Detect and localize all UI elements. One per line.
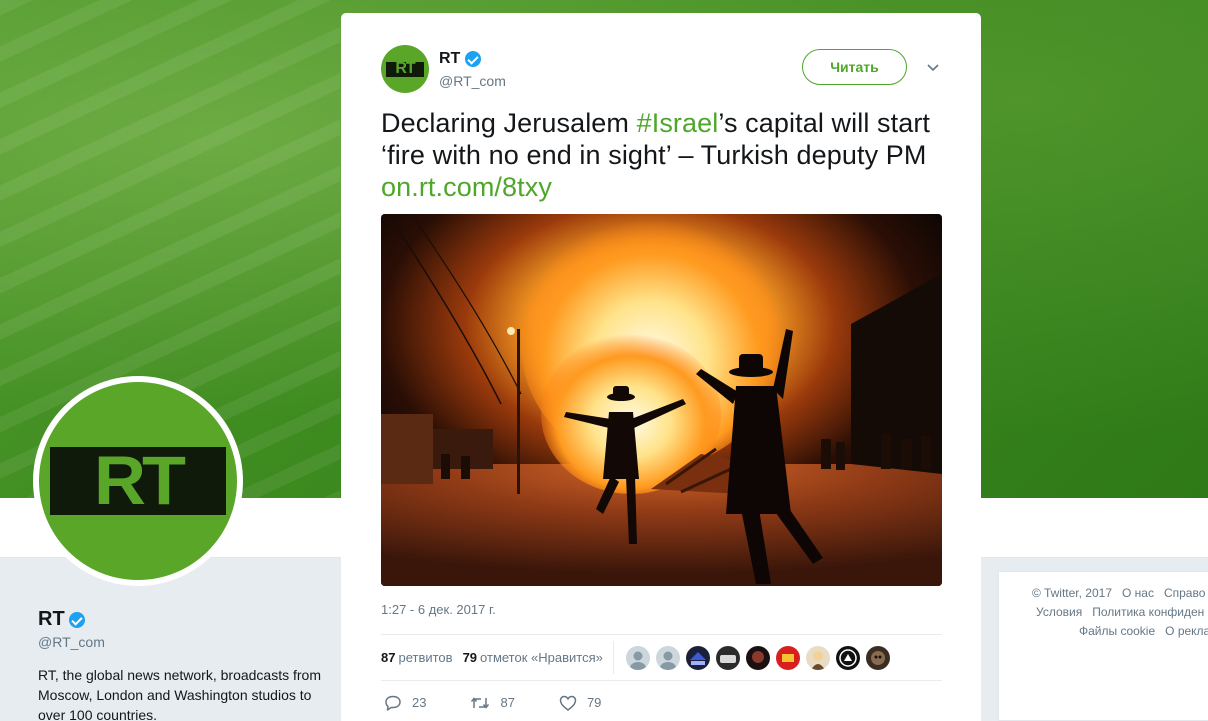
liker-avatars <box>625 645 890 670</box>
retweet-stat-count: 87 <box>381 650 396 665</box>
footer-link-about[interactable]: О нас <box>1122 586 1154 605</box>
verified-badge-icon <box>68 611 85 628</box>
reply-icon <box>385 695 401 711</box>
tweet-photo[interactable] <box>381 214 942 586</box>
retweet-stat-label: ретвитов <box>398 650 453 665</box>
tweet-actions: 23 87 79 <box>381 681 942 721</box>
tweet-author-name[interactable]: RT <box>439 50 482 68</box>
liker-avatar[interactable] <box>805 645 830 670</box>
retweet-count: 87 <box>500 695 515 710</box>
rt-logo: RT <box>50 447 226 515</box>
bonfire-photo-illustration <box>381 214 942 586</box>
profile-avatar[interactable]: RT <box>33 376 243 586</box>
footer-links: © Twitter, 2017 О нас Справо Условия Пол… <box>998 571 1208 721</box>
liker-avatar[interactable] <box>745 645 770 670</box>
liker-avatar[interactable] <box>655 645 680 670</box>
tweet-author-handle[interactable]: @RT_com <box>439 73 506 89</box>
heart-icon <box>559 695 577 711</box>
profile-handle[interactable]: @RT_com <box>38 634 105 650</box>
tweet-author-avatar[interactable]: RT <box>381 45 429 93</box>
footer-link-ads[interactable]: О рекла <box>1165 624 1208 643</box>
rt-logo: RT <box>386 60 424 77</box>
liker-avatar[interactable] <box>715 645 740 670</box>
tweet-timestamp[interactable]: 1:27 - 6 дек. 2017 г. <box>381 602 942 620</box>
liker-avatar[interactable] <box>775 645 800 670</box>
stats-divider <box>612 641 614 674</box>
hashtag-link[interactable]: #Israel <box>637 108 719 138</box>
tweet-stats: 87 ретвитов 79 отметок «Нравится» <box>381 634 942 681</box>
footer-row: Файлы cookie О рекла <box>999 624 1208 643</box>
footer-row: © Twitter, 2017 О нас Справо <box>999 586 1208 605</box>
footer-row: Условия Политика конфиден <box>999 605 1208 624</box>
chevron-down-icon[interactable] <box>926 61 940 75</box>
follow-button[interactable]: Читать <box>802 49 907 85</box>
like-stat-count: 79 <box>462 650 478 665</box>
rt-logo-text: RT <box>94 443 186 519</box>
liker-avatar[interactable] <box>625 645 650 670</box>
footer-link-help[interactable]: Справо <box>1164 586 1205 605</box>
footer-copyright: © Twitter, 2017 <box>1032 586 1112 600</box>
profile-name-text[interactable]: RT <box>38 608 65 631</box>
liker-avatar[interactable] <box>865 645 890 670</box>
liker-avatar[interactable] <box>835 645 860 670</box>
profile-avatar-image: RT <box>39 382 237 580</box>
retweet-icon <box>471 696 490 709</box>
footer-link-privacy[interactable]: Политика конфиден <box>1092 605 1204 624</box>
tweet-permalink-modal: RT RT @RT_com Читать Declaring Jerusalem… <box>341 13 981 721</box>
tweet-text: Declaring Jerusalem #Israel’s capital wi… <box>381 107 942 203</box>
footer-link-terms[interactable]: Условия <box>1036 605 1082 624</box>
like-stat-label: отметок «Нравится» <box>480 650 603 665</box>
retweet-stat[interactable]: 87 ретвитов <box>381 650 453 665</box>
profile-name[interactable]: RT <box>38 608 85 631</box>
like-count: 79 <box>586 695 602 710</box>
reply-count: 23 <box>412 695 427 710</box>
footer-link-cookies[interactable]: Файлы cookie <box>1079 624 1155 643</box>
retweet-button[interactable]: 87 <box>470 695 515 710</box>
liker-avatar[interactable] <box>685 645 710 670</box>
tweet-author-name-text[interactable]: RT <box>439 50 460 68</box>
reply-button[interactable]: 23 <box>384 695 426 711</box>
rt-logo-text: RT <box>395 60 415 77</box>
tweet-url-link[interactable]: on.rt.com/8txy <box>381 171 942 203</box>
tweet-text-part: Declaring Jerusalem <box>381 108 637 138</box>
like-stat[interactable]: 79 отметок «Нравится» <box>463 650 603 665</box>
profile-bio: RT, the global news network, broadcasts … <box>38 667 321 721</box>
like-button[interactable]: 79 <box>559 695 601 711</box>
verified-badge-icon <box>465 51 482 67</box>
tweet-header: RT RT @RT_com Читать <box>381 13 942 97</box>
